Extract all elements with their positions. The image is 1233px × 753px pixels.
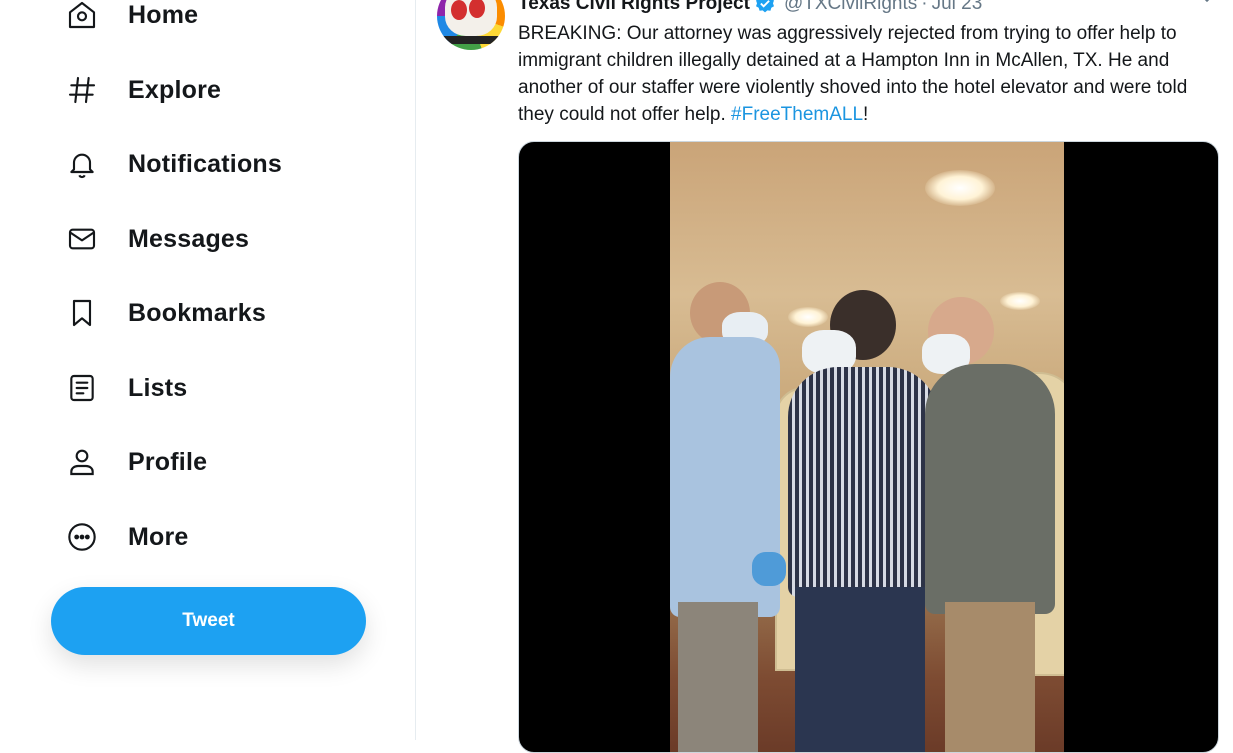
nav-item-home[interactable]: Home <box>60 0 198 40</box>
person-icon <box>60 440 104 484</box>
envelope-icon <box>60 217 104 261</box>
tweet-header: Texas Civil Rights Project @TXCivilRight… <box>518 0 982 16</box>
header-separator: · <box>921 0 928 14</box>
verified-badge-icon <box>754 0 776 15</box>
bell-icon <box>60 142 104 186</box>
nav-label-more: More <box>128 522 189 551</box>
tweet[interactable]: Texas Civil Rights Project @TXCivilRight… <box>416 0 1233 753</box>
person-pants <box>678 602 758 752</box>
ceiling-light <box>1000 292 1040 310</box>
nav-label-bookmarks: Bookmarks <box>128 298 266 327</box>
author-handle[interactable]: @TXCivilRights <box>784 0 917 15</box>
ceiling-light <box>925 170 995 206</box>
bookmark-icon <box>60 291 104 335</box>
nav-item-messages[interactable]: Messages <box>60 214 249 264</box>
author-name[interactable]: Texas Civil Rights Project <box>518 0 750 15</box>
nav-item-profile[interactable]: Profile <box>60 437 207 487</box>
person-striped-shirt <box>788 367 938 597</box>
nav-label-lists: Lists <box>128 373 188 402</box>
nav-item-bookmarks[interactable]: Bookmarks <box>60 288 266 338</box>
list-icon <box>60 366 104 410</box>
sidebar-nav: Home Explore Notifications Messages Book… <box>0 0 416 740</box>
chevron-down-icon[interactable] <box>1196 0 1218 6</box>
nav-item-lists[interactable]: Lists <box>60 363 187 413</box>
home-icon <box>60 0 104 37</box>
ceiling-light <box>788 307 828 327</box>
avatar-figure-left <box>451 0 467 20</box>
tweet-button[interactable]: Tweet <box>51 587 366 655</box>
hashtag-icon <box>60 68 104 112</box>
tweet-text: BREAKING: Our attorney was aggressively … <box>518 20 1218 128</box>
nav-item-more[interactable]: More <box>60 512 189 562</box>
nav-label-explore: Explore <box>128 75 222 104</box>
tweet-timestamp[interactable]: Jul 23 <box>932 0 983 15</box>
nav-item-explore[interactable]: Explore <box>60 65 221 115</box>
person-pants <box>945 602 1035 752</box>
nav-item-notifications[interactable]: Notifications <box>60 139 282 189</box>
avatar[interactable] <box>437 0 505 50</box>
person-pants <box>795 587 925 752</box>
nav-label-home: Home <box>128 0 199 29</box>
more-icon <box>60 515 104 559</box>
hashtag-link[interactable]: #FreeThemALL <box>731 104 863 125</box>
video-frame <box>670 142 1064 752</box>
nav-label-notifications: Notifications <box>128 149 282 178</box>
nav-label-profile: Profile <box>128 447 208 476</box>
person-jacket <box>925 364 1055 614</box>
blue-glove <box>752 552 786 586</box>
tweet-video[interactable] <box>518 141 1219 753</box>
nav-label-messages: Messages <box>128 224 250 253</box>
avatar-stripe <box>437 36 505 44</box>
tweet-text-end: ! <box>863 104 869 125</box>
